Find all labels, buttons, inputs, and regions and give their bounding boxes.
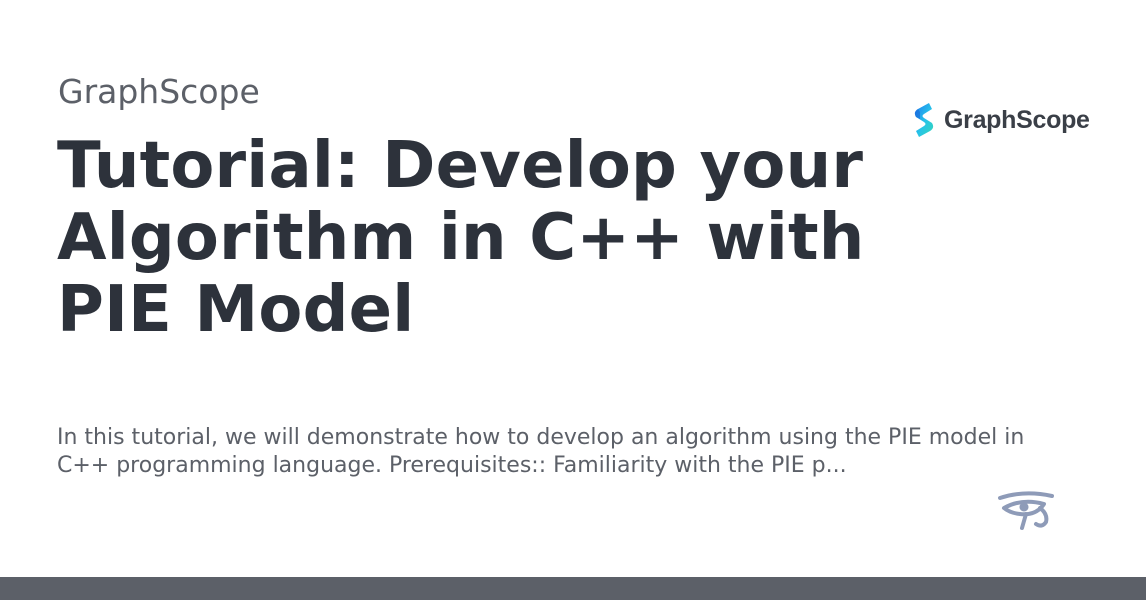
article-description: In this tutorial, we will demonstrate ho… <box>57 425 1025 478</box>
site-name: GraphScope <box>58 72 260 111</box>
brand-logo: GraphScope <box>910 100 1100 140</box>
social-card: GraphScope Tutorial: Develop your Algori… <box>0 0 1146 600</box>
footer-bar <box>0 577 1146 600</box>
logo-text: GraphScope <box>944 105 1090 134</box>
page-title: Tutorial: Develop your Algorithm in C++ … <box>57 129 865 347</box>
graphscope-logo-icon <box>914 103 934 137</box>
eye-of-horus-icon <box>998 491 1054 530</box>
